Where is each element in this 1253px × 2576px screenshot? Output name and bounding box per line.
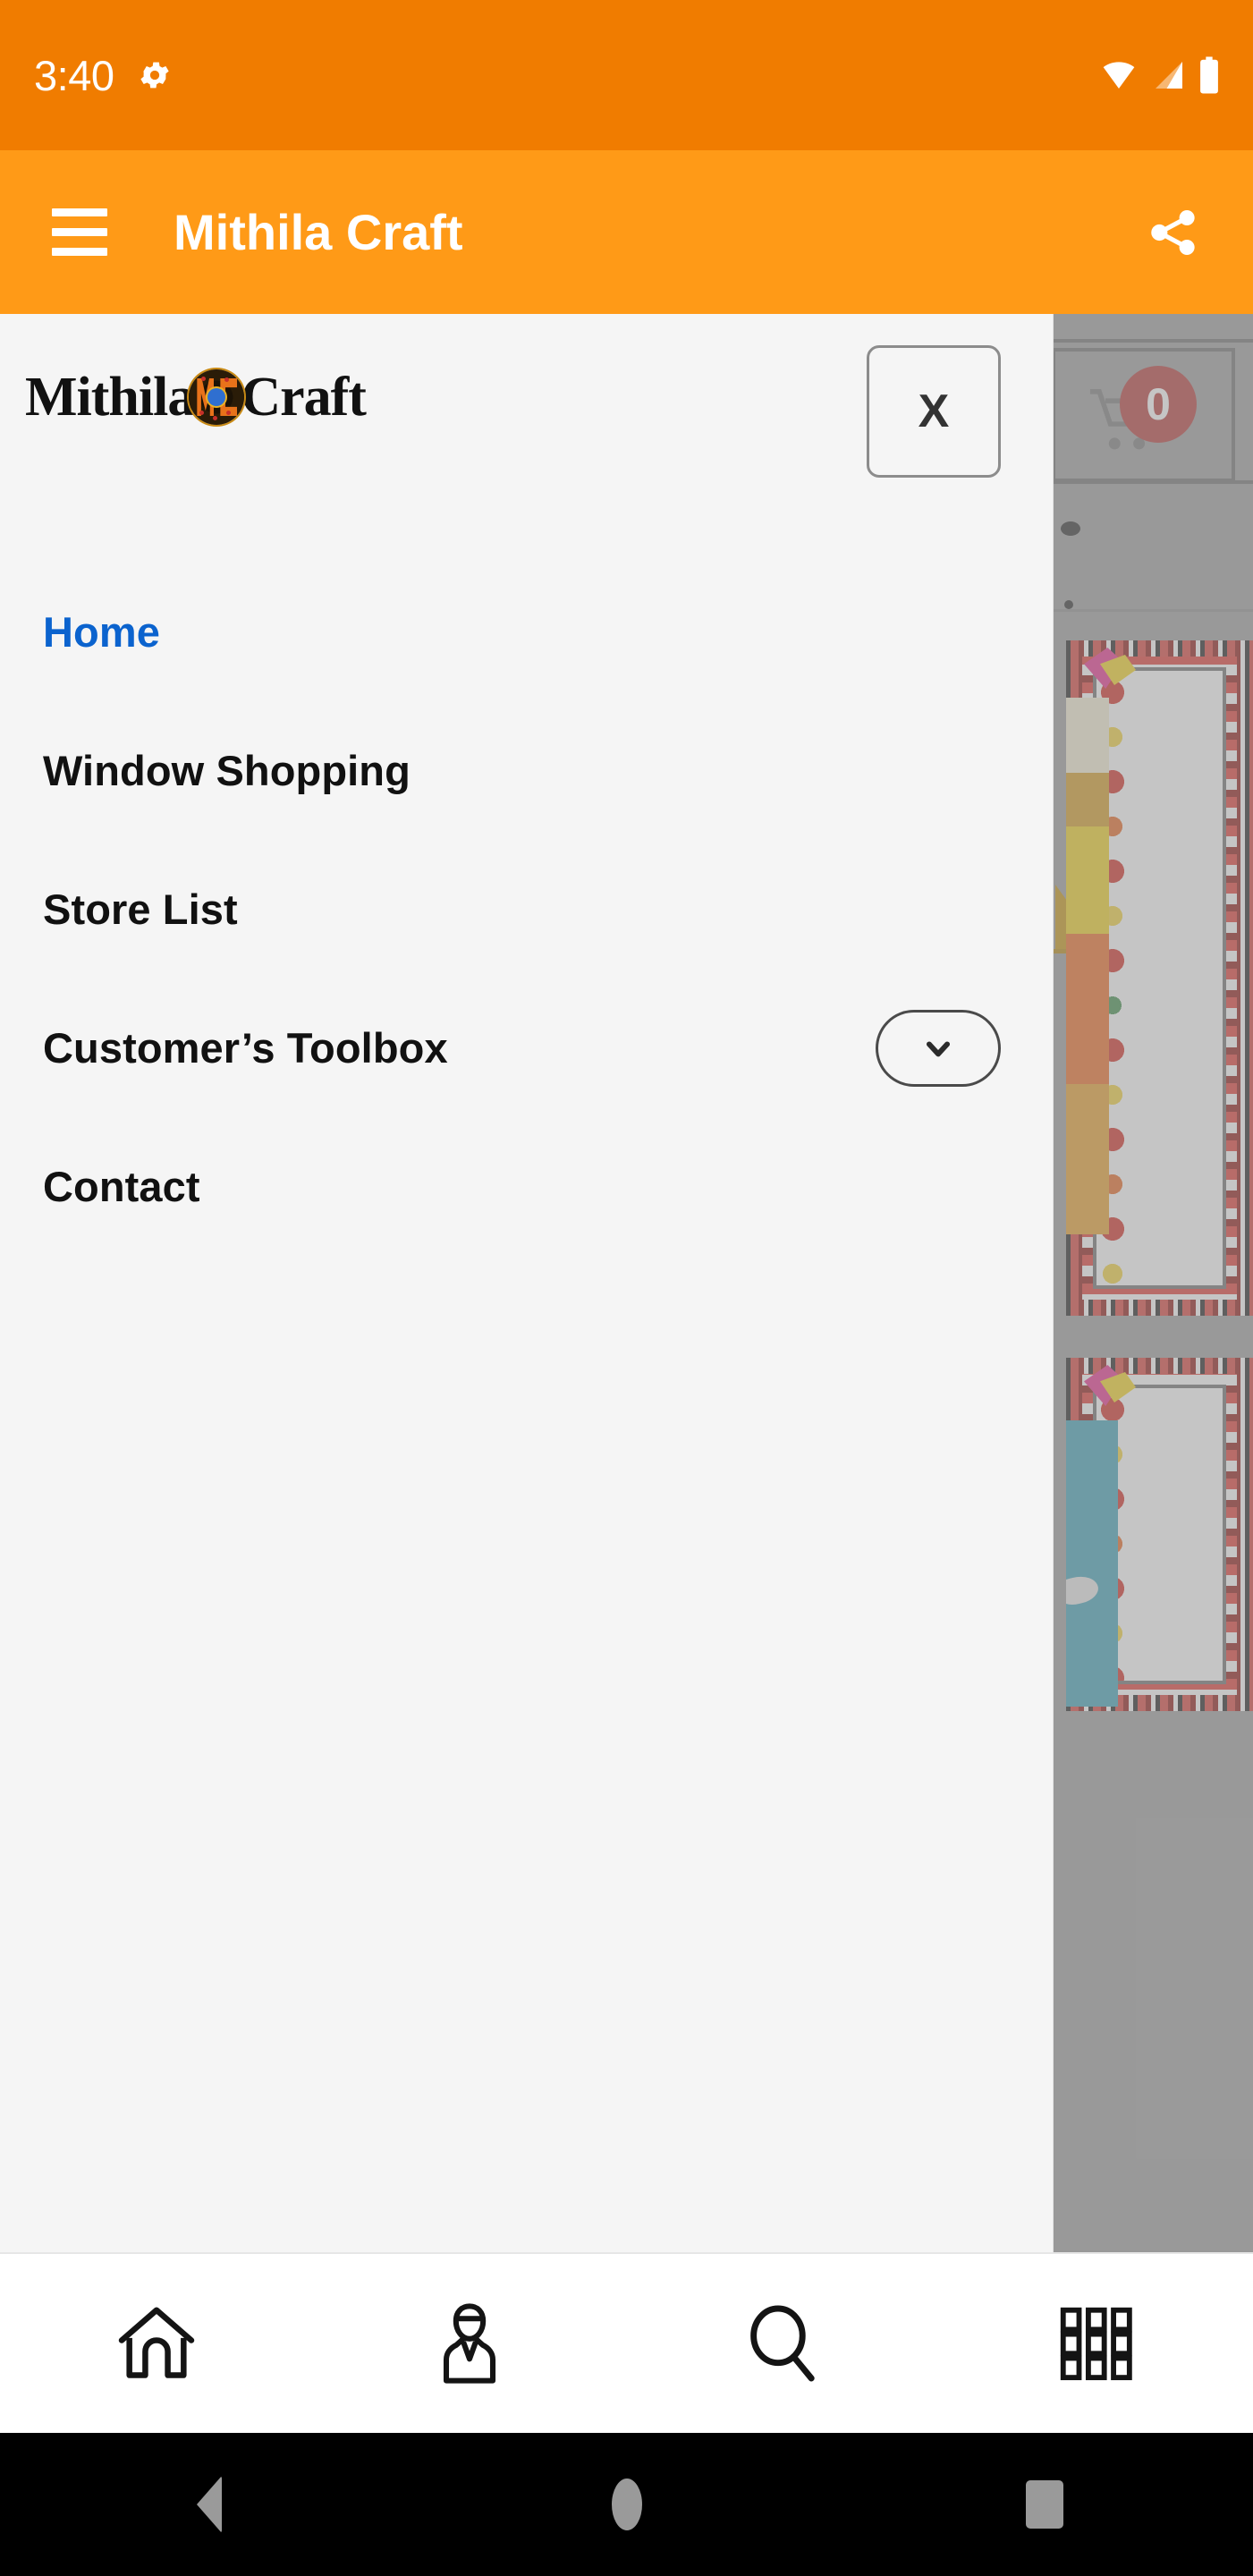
cart-count-badge: 0 [1120,366,1197,443]
status-bar-right [1099,55,1219,95]
status-time: 3:40 [34,51,114,99]
navigation-drawer: Mithila Craft X Home Window Shopping Sto… [0,314,1054,2252]
bottom-tab-bar [0,2252,1253,2433]
brand-word-left: Mithila [25,367,195,428]
sidebar-item-label: Window Shopping [43,746,411,794]
wifi-icon [1103,62,1135,89]
home-icon [118,2307,195,2378]
home-circle-icon [611,2479,642,2530]
signal-bars-icon [1156,62,1182,89]
product-image-1[interactable] [1066,640,1253,1316]
product-image-2[interactable] [1066,1358,1253,1711]
brand-emblem-icon [189,369,245,425]
android-home[interactable] [418,2479,835,2530]
android-system-nav [0,2433,1253,2576]
account-person-icon [444,2303,496,2384]
sidebar-item-home[interactable]: Home [0,563,1053,701]
page-title: Mithila Craft [174,203,463,260]
sidebar-item-label: Customer’s Toolbox [43,1023,448,1072]
grid-categories-icon [1060,2307,1132,2381]
cart-button[interactable]: 0 [1052,348,1235,482]
drawer-menu-list: Home Window Shopping Store List Customer… [0,506,1053,1256]
brand-logo[interactable]: Mithila Craft [25,367,367,428]
share-icon[interactable] [1144,203,1203,262]
sidebar-item-label: Contact [43,1162,200,1210]
brand-word-right: Craft [241,367,367,428]
sidebar-item-label: Store List [43,885,238,933]
sidebar-item-label: Home [43,607,160,656]
status-bar-left: 3:40 [34,55,173,97]
close-drawer-label: X [918,386,950,437]
status-bar: 3:40 [0,0,1253,150]
battery-full-icon [1200,56,1218,94]
search-icon [749,2305,815,2382]
gear-icon [140,62,170,89]
sidebar-item-store-list[interactable]: Store List [0,840,1053,979]
tab-account[interactable] [313,2254,626,2433]
app-bar: Mithila Craft [0,150,1253,314]
back-triangle-icon [196,2476,222,2533]
recents-square-icon [1025,2480,1063,2529]
hamburger-menu-icon[interactable] [52,205,107,260]
tab-home[interactable] [0,2254,313,2433]
sidebar-item-contact[interactable]: Contact [0,1117,1053,1256]
tab-search[interactable] [627,2254,940,2433]
tab-categories[interactable] [940,2254,1253,2433]
chevron-down-icon [926,1040,951,1056]
behind-dot [1064,600,1073,609]
close-drawer-button[interactable]: X [867,345,1001,478]
expand-toolbox-button[interactable] [876,1009,1001,1087]
drawer-header: Mithila Craft X [0,314,1053,506]
android-back[interactable] [0,2476,418,2533]
sidebar-item-customers-toolbox[interactable]: Customer’s Toolbox [0,979,1053,1117]
sidebar-item-window-shopping[interactable]: Window Shopping [0,701,1053,840]
behind-dot [1061,521,1080,536]
android-recents[interactable] [835,2480,1253,2529]
